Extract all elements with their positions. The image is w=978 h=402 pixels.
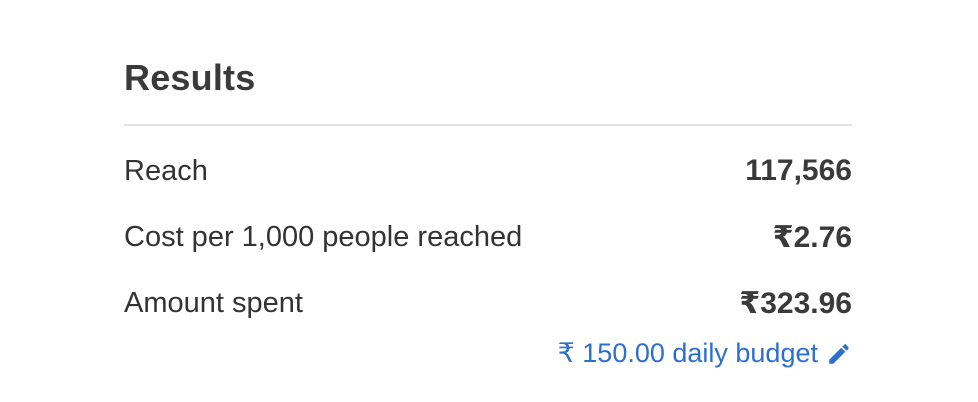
result-row-cost-per-1000: Cost per 1,000 people reached ₹2.76	[124, 204, 852, 270]
cost-per-1000-value: ₹2.76	[772, 220, 852, 254]
divider	[124, 124, 852, 126]
reach-label: Reach	[124, 154, 208, 187]
cost-per-1000-label: Cost per 1,000 people reached	[124, 220, 523, 253]
amount-spent-value: ₹323.96	[739, 286, 852, 320]
results-title: Results	[124, 57, 256, 98]
results-list: Reach 117,566 Cost per 1,000 people reac…	[124, 138, 852, 336]
pencil-icon[interactable]	[826, 341, 852, 367]
result-row-reach: Reach 117,566	[124, 138, 852, 204]
results-card: Results Reach 117,566 Cost per 1,000 peo…	[124, 40, 852, 369]
daily-budget-link[interactable]: ₹ 150.00 daily budget	[124, 338, 852, 369]
daily-budget-text: ₹ 150.00 daily budget	[557, 338, 818, 368]
amount-spent-label: Amount spent	[124, 286, 303, 319]
reach-value: 117,566	[745, 154, 852, 187]
result-row-amount-spent: Amount spent ₹323.96	[124, 270, 852, 336]
